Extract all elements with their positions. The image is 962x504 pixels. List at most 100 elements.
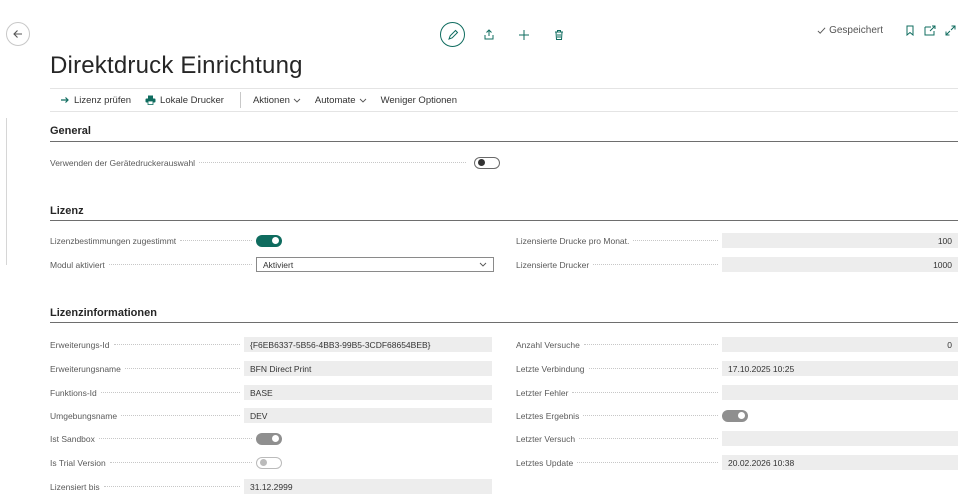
field-label: Modul aktiviert xyxy=(50,259,105,270)
module-activated-select[interactable]: Aktiviert xyxy=(256,257,494,272)
field-label: Is Trial Version xyxy=(50,457,106,468)
field-label: Erweiterungs-Id xyxy=(50,339,110,350)
local-printers-action[interactable]: Lokale Drucker xyxy=(145,95,224,106)
device-printer-selection-toggle[interactable] xyxy=(474,156,500,169)
chevron-down-icon xyxy=(479,262,487,267)
field-label: Lizensierte Drucker xyxy=(516,259,590,270)
field-last-update: Letztes Update 20.02.2026 10:38 xyxy=(516,455,958,470)
bookmark-button[interactable] xyxy=(905,25,915,36)
expand-icon xyxy=(945,25,956,36)
is-trial-toggle xyxy=(256,456,282,469)
left-divider xyxy=(6,118,7,265)
saved-status: Gespeichert xyxy=(829,25,883,36)
field-label: Anzahl Versuche xyxy=(516,339,580,350)
field-extension-id: Erweiterungs-Id {F6EB6337-5B56-4BB3-99B5… xyxy=(50,337,492,352)
section-general-title[interactable]: General xyxy=(50,125,91,137)
chevron-down-icon xyxy=(359,98,366,103)
license-check-label: Lizenz prüfen xyxy=(74,94,132,106)
prints-per-month-value: 100 xyxy=(722,233,958,248)
licensed-printers-value: 1000 xyxy=(722,257,958,272)
section-license-info-title[interactable]: Lizenzinformationen xyxy=(50,307,157,319)
field-label: Letzter Versuch xyxy=(516,433,576,444)
last-update-value: 20.02.2026 10:38 xyxy=(722,455,958,470)
field-last-error: Letzter Fehler xyxy=(516,385,958,400)
last-connection-value: 17.10.2025 10:25 xyxy=(722,361,958,376)
arrow-right-icon xyxy=(61,97,69,103)
field-label: Erweiterungsname xyxy=(50,363,121,374)
licensed-until-value: 31.12.2999 xyxy=(244,479,492,494)
field-extension-name: Erweiterungsname BFN Direct Print xyxy=(50,361,492,376)
field-label: Verwenden der Gerätedruckerauswahl xyxy=(50,157,196,168)
actions-menu[interactable]: Aktionen xyxy=(253,95,301,106)
field-label: Umgebungsname xyxy=(50,410,118,421)
terms-accepted-toggle[interactable] xyxy=(256,234,282,247)
field-label: Funktions-Id xyxy=(50,387,97,398)
share-icon xyxy=(484,28,494,39)
license-check-action[interactable]: Lizenz prüfen xyxy=(60,95,131,106)
function-id-value: BASE xyxy=(244,385,492,400)
field-is-sandbox: Ist Sandbox xyxy=(50,431,492,446)
section-divider xyxy=(50,220,958,221)
field-label: Letzter Fehler xyxy=(516,387,569,398)
share-button[interactable] xyxy=(478,24,500,46)
field-label: Lizenzbestimmungen zugestimmt xyxy=(50,235,177,246)
field-prints-per-month: Lizensierte Drucke pro Monat. 100 xyxy=(516,233,958,248)
field-device-printer-selection: Verwenden der Gerätedruckerauswahl xyxy=(50,155,502,170)
section-divider xyxy=(50,141,958,142)
section-divider xyxy=(50,322,958,323)
field-licensed-until: Lizensiert bis 31.12.2999 xyxy=(50,479,492,494)
field-licensed-printers: Lizensierte Drucker 1000 xyxy=(516,257,958,272)
field-label: Lizensierte Drucke pro Monat. xyxy=(516,235,630,246)
new-button[interactable] xyxy=(513,24,535,46)
bookmark-icon xyxy=(906,25,914,36)
plus-icon xyxy=(519,29,529,40)
environment-name-value: DEV xyxy=(244,408,492,423)
local-printers-label: Lokale Drucker xyxy=(160,94,224,106)
last-result-toggle xyxy=(722,409,748,422)
field-last-connection: Letzte Verbindung 17.10.2025 10:25 xyxy=(516,361,958,376)
select-value: Aktiviert xyxy=(263,259,294,270)
field-attempt-count: Anzahl Versuche 0 xyxy=(516,337,958,352)
automate-menu[interactable]: Automate xyxy=(315,95,367,106)
field-function-id: Funktions-Id BASE xyxy=(50,385,492,400)
expand-button[interactable] xyxy=(945,25,956,36)
field-label: Lizensiert bis xyxy=(50,481,100,492)
extension-name-value: BFN Direct Print xyxy=(244,361,492,376)
action-separator xyxy=(239,92,241,108)
chevron-down-icon xyxy=(293,98,301,103)
arrow-left-icon xyxy=(13,30,22,38)
field-label: Letzte Verbindung xyxy=(516,363,585,374)
open-new-window-button[interactable] xyxy=(924,25,936,36)
field-module-activated: Modul aktiviert Aktiviert xyxy=(50,257,494,272)
pencil-icon xyxy=(447,29,458,40)
open-new-window-icon xyxy=(924,25,936,36)
delete-button[interactable] xyxy=(548,24,570,46)
field-last-attempt: Letzter Versuch xyxy=(516,431,958,446)
top-action-group xyxy=(440,22,570,47)
field-label: Letztes Update xyxy=(516,457,574,468)
field-terms-accepted: Lizenzbestimmungen zugestimmt xyxy=(50,233,494,248)
fewer-options-label: Weniger Optionen xyxy=(380,94,457,106)
fewer-options-action[interactable]: Weniger Optionen xyxy=(381,95,457,106)
section-license-title[interactable]: Lizenz xyxy=(50,205,84,217)
last-error-value xyxy=(722,385,958,400)
checkmark-icon xyxy=(817,27,826,34)
edit-button[interactable] xyxy=(440,22,465,47)
back-button[interactable] xyxy=(6,22,30,46)
attempt-count-value: 0 xyxy=(722,337,958,352)
actions-menu-label: Aktionen xyxy=(252,94,290,106)
last-attempt-value xyxy=(722,431,958,446)
trash-icon xyxy=(555,29,563,40)
page-title: Direktdruck Einrichtung xyxy=(50,52,303,79)
is-sandbox-toggle xyxy=(256,432,282,445)
automate-menu-label: Automate xyxy=(314,94,356,106)
field-label: Ist Sandbox xyxy=(50,433,95,444)
printer-icon xyxy=(145,95,156,105)
field-label: Letztes Ergebnis xyxy=(516,410,580,421)
extension-id-value: {F6EB6337-5B56-4BB3-99B5-3CDF68654BEB} xyxy=(244,337,492,352)
field-last-result: Letztes Ergebnis xyxy=(516,408,958,423)
action-bar: Lizenz prüfen Lokale Drucker Aktionen Au… xyxy=(50,88,958,112)
field-is-trial: Is Trial Version xyxy=(50,455,492,470)
header-status: Gespeichert xyxy=(817,25,956,36)
field-environment-name: Umgebungsname DEV xyxy=(50,408,492,423)
